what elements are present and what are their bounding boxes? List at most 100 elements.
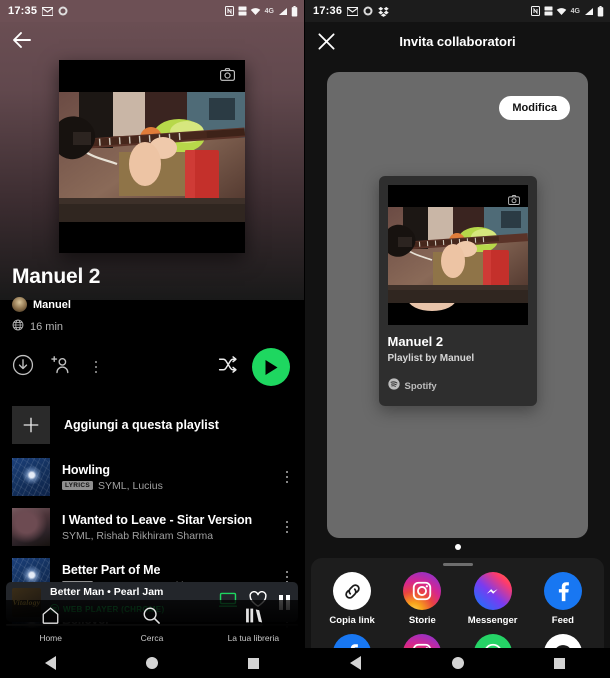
- 4g-label: 4G: [570, 7, 580, 15]
- page-dot-active[interactable]: [454, 544, 461, 550]
- library-icon: [244, 606, 263, 630]
- whatsapp-icon: [473, 634, 512, 648]
- bottom-tab-bar: Home Cerca La tua libreria: [0, 600, 304, 648]
- track-more-icon[interactable]: [280, 520, 294, 534]
- tab-search-label: Cerca: [140, 632, 164, 643]
- right-phone-screen: 17:36 4G Invita collaboratori Modifica M…: [305, 0, 610, 678]
- share-target-instagram[interactable]: [387, 634, 457, 648]
- share-sheet: Copia link Storie Messenger Feed: [311, 558, 604, 648]
- dropbox-icon: [378, 6, 389, 17]
- play-button[interactable]: [252, 348, 290, 386]
- avatar: [12, 297, 27, 312]
- share-targets-row-1: Copia link Storie Messenger Feed: [311, 566, 604, 626]
- share-targets-row-2: [311, 626, 604, 648]
- playlist-duration: 16 min: [30, 321, 64, 333]
- share-target-feed[interactable]: Feed: [528, 572, 598, 626]
- track-artwork: [12, 508, 50, 546]
- app-circle-icon: [58, 6, 68, 16]
- add-to-playlist-row[interactable]: Aggiungi a questa playlist: [0, 400, 304, 452]
- share-target-messages[interactable]: [528, 634, 598, 648]
- share-target-whatsapp[interactable]: [458, 634, 528, 648]
- back-nav-icon[interactable]: [305, 656, 407, 670]
- share-card[interactable]: Manuel 2 Playlist by Manuel Spotify: [378, 176, 537, 406]
- tab-home[interactable]: Home: [0, 606, 101, 643]
- more-options-icon[interactable]: [88, 360, 104, 374]
- track-title: Howling: [62, 462, 110, 477]
- plus-icon: [12, 406, 50, 444]
- tab-library[interactable]: La tua libreria: [203, 606, 304, 643]
- edit-button[interactable]: Modifica: [499, 96, 570, 120]
- track-artist: SYML, Rishab Rikhiram Sharma: [62, 529, 214, 542]
- recents-nav-icon[interactable]: [203, 657, 304, 669]
- share-card-cover: [387, 185, 528, 325]
- recents-nav-icon[interactable]: [508, 657, 610, 669]
- spotify-logo-icon: [387, 377, 400, 395]
- playlist-actions: [0, 336, 304, 386]
- download-circle-icon[interactable]: [12, 354, 34, 381]
- track-info: I Wanted to Leave - Sitar Version SYML, …: [62, 513, 268, 542]
- close-icon[interactable]: [317, 32, 336, 51]
- left-phone-screen: 17:35 4G Manuel 2 Manuel 16 min Aggiungi…: [0, 0, 305, 678]
- playlist-meta: 16 min: [0, 312, 304, 336]
- track-info: Howling LYRICS SYML, Lucius: [62, 463, 268, 492]
- playlist-cover[interactable]: [59, 60, 245, 253]
- back-arrow-icon[interactable]: [10, 28, 34, 52]
- share-card-title: Manuel 2: [387, 334, 444, 349]
- track-more-icon[interactable]: [280, 470, 294, 484]
- android-nav-bar: [305, 648, 610, 678]
- shuffle-icon[interactable]: [217, 354, 238, 380]
- share-target-facebook[interactable]: [317, 634, 387, 648]
- 4g-label: 4G: [264, 7, 274, 15]
- track-title: I Wanted to Leave - Sitar Version: [62, 512, 253, 527]
- share-target-messenger[interactable]: Messenger: [458, 572, 528, 626]
- instagram-icon: [403, 634, 442, 648]
- status-bar-right-group: 4G: [225, 5, 298, 17]
- messenger-icon: [473, 572, 512, 610]
- gmail-icon: [42, 6, 54, 16]
- share-label: Messenger: [467, 615, 518, 626]
- now-playing-title: Better Man • Pearl Jam: [50, 586, 164, 598]
- page-title: Manuel 2: [12, 265, 101, 288]
- battery-icon: [597, 5, 604, 17]
- android-nav-bar: [0, 648, 304, 678]
- table-row[interactable]: I Wanted to Leave - Sitar Version SYML, …: [0, 502, 304, 552]
- globe-icon: [12, 318, 24, 336]
- table-row[interactable]: Howling LYRICS SYML, Lucius: [0, 452, 304, 502]
- camera-icon[interactable]: [220, 68, 235, 81]
- add-to-playlist-label: Aggiungi a questa playlist: [64, 418, 219, 432]
- wifi-icon: [250, 7, 261, 16]
- share-target-stories[interactable]: Storie: [387, 572, 457, 626]
- status-time: 17:36: [313, 5, 343, 17]
- status-bar-left-group: 17:36: [313, 5, 389, 17]
- camera-icon[interactable]: [507, 192, 520, 210]
- home-nav-icon[interactable]: [407, 657, 509, 669]
- search-icon: [142, 606, 161, 630]
- track-artwork: [12, 458, 50, 496]
- tab-search[interactable]: Cerca: [101, 606, 202, 643]
- dual-screenshot: 17:35 4G Manuel 2 Manuel 16 min Aggiungi…: [0, 0, 610, 678]
- status-time: 17:35: [8, 5, 38, 17]
- status-bar-left-group: 17:35: [8, 5, 68, 17]
- tab-home-label: Home: [39, 632, 62, 643]
- brand-name: Spotify: [404, 380, 437, 392]
- lyrics-badge: LYRICS: [62, 481, 94, 490]
- owner-row[interactable]: Manuel: [0, 289, 304, 312]
- instagram-icon: [403, 572, 442, 610]
- add-collaborator-icon[interactable]: [50, 354, 72, 381]
- track-subtitle: SYML, Rishab Rikhiram Sharma: [62, 530, 268, 542]
- nfc-icon: [531, 6, 541, 16]
- playback-actions: [217, 348, 290, 386]
- app-circle-icon: [363, 6, 373, 16]
- cover-photo: [59, 92, 245, 222]
- home-nav-icon[interactable]: [101, 657, 202, 669]
- invite-header: Invita collaboratori: [305, 22, 610, 60]
- share-target-copy-link[interactable]: Copia link: [317, 572, 387, 626]
- page-title: Invita collaboratori: [399, 33, 516, 49]
- share-label: Copia link: [329, 615, 375, 626]
- back-nav-icon[interactable]: [0, 656, 101, 670]
- signal-icon: [584, 7, 594, 16]
- playlist-content: Manuel 2 Manuel 16 min: [0, 22, 304, 386]
- page-indicator: [305, 544, 610, 550]
- status-bar-right: 17:36 4G: [305, 0, 610, 22]
- status-bar-left: 17:35 4G: [0, 0, 304, 22]
